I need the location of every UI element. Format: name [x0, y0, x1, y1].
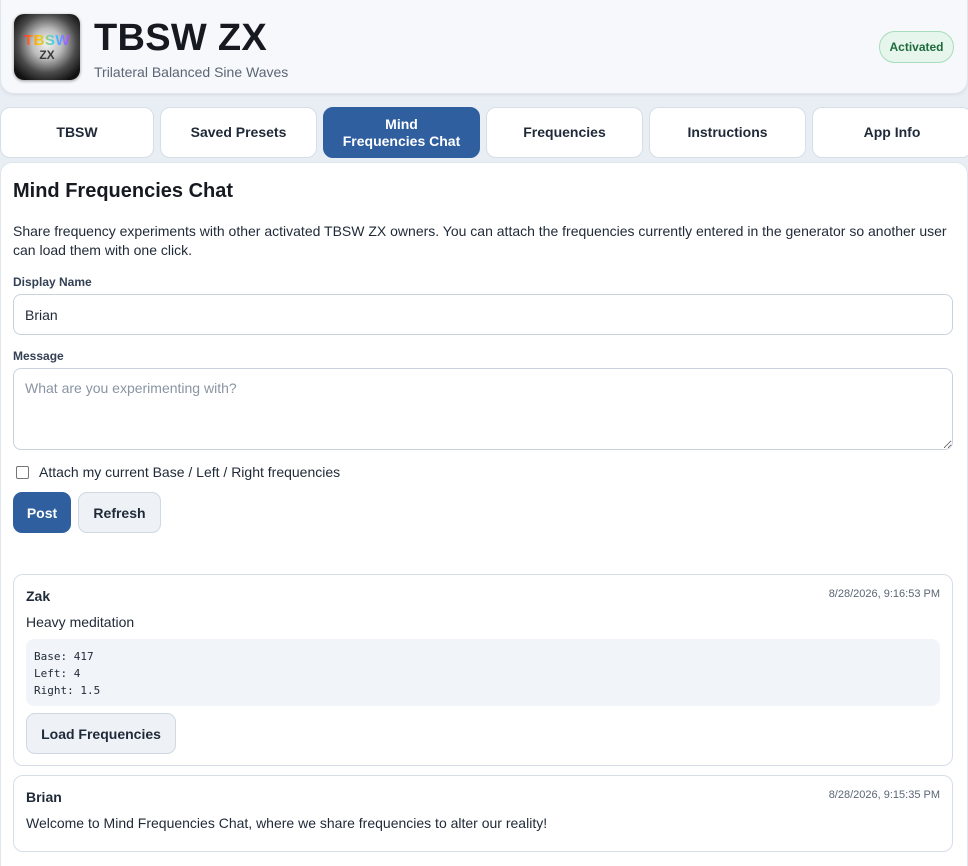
freq-base: Base: 417: [34, 650, 94, 663]
logo-text-top: TBSW: [23, 32, 71, 49]
post-message: Welcome to Mind Frequencies Chat, where …: [26, 815, 548, 831]
app-title: TBSW ZX: [94, 17, 268, 59]
message-textarea[interactable]: [13, 368, 953, 450]
chat-intro-text: Share frequency experiments with other a…: [13, 223, 947, 258]
chat-post: Zak 8/28/2026, 9:16:53 PM Heavy meditati…: [13, 574, 953, 766]
tab-frequencies[interactable]: Frequencies: [486, 107, 643, 158]
tab-tbsw[interactable]: TBSW: [0, 107, 154, 158]
app-header: TBSW ZX TBSW ZX Trilateral Balanced Sine…: [0, 0, 968, 94]
freq-left: Left: 4: [34, 667, 81, 680]
tab-saved-presets[interactable]: Saved Presets: [160, 107, 317, 158]
post-author: Zak: [26, 588, 51, 604]
post-timestamp: 8/28/2026, 9:16:53 PM: [828, 588, 940, 600]
post-button[interactable]: Post: [13, 492, 71, 533]
display-name-input[interactable]: [13, 294, 953, 335]
post-author: Brian: [26, 789, 62, 805]
tab-instructions[interactable]: Instructions: [649, 107, 806, 158]
attach-frequencies-checkbox[interactable]: [16, 465, 29, 479]
refresh-button[interactable]: Refresh: [78, 492, 161, 533]
attach-frequencies-row[interactable]: Attach my current Base / Left / Right fr…: [16, 463, 340, 481]
app-logo: TBSW ZX: [14, 14, 80, 80]
logo-text-bottom: ZX: [39, 48, 55, 62]
activation-status-badge: Activated: [879, 31, 954, 63]
freq-right: Right: 1.5: [34, 684, 101, 697]
post-timestamp: 8/28/2026, 9:15:35 PM: [828, 789, 940, 801]
chat-post: Brian 8/28/2026, 9:15:35 PM Welcome to M…: [13, 775, 953, 852]
load-frequencies-button[interactable]: Load Frequencies: [26, 713, 176, 754]
page-title: Mind Frequencies Chat: [13, 180, 234, 202]
attached-frequencies: Base: 417 Left: 4 Right: 1.5: [26, 639, 940, 706]
post-message: Heavy meditation: [26, 614, 135, 630]
tab-mind-frequencies-chat[interactable]: Mind Frequencies Chat: [323, 107, 480, 158]
tab-bar: TBSW Saved Presets Mind Frequencies Chat…: [0, 107, 968, 158]
message-label: Message: [13, 349, 64, 363]
tab-app-info[interactable]: App Info: [812, 107, 968, 158]
attach-frequencies-label[interactable]: Attach my current Base / Left / Right fr…: [39, 464, 340, 480]
app-subtitle: Trilateral Balanced Sine Waves: [94, 64, 289, 80]
display-name-label: Display Name: [13, 275, 92, 289]
